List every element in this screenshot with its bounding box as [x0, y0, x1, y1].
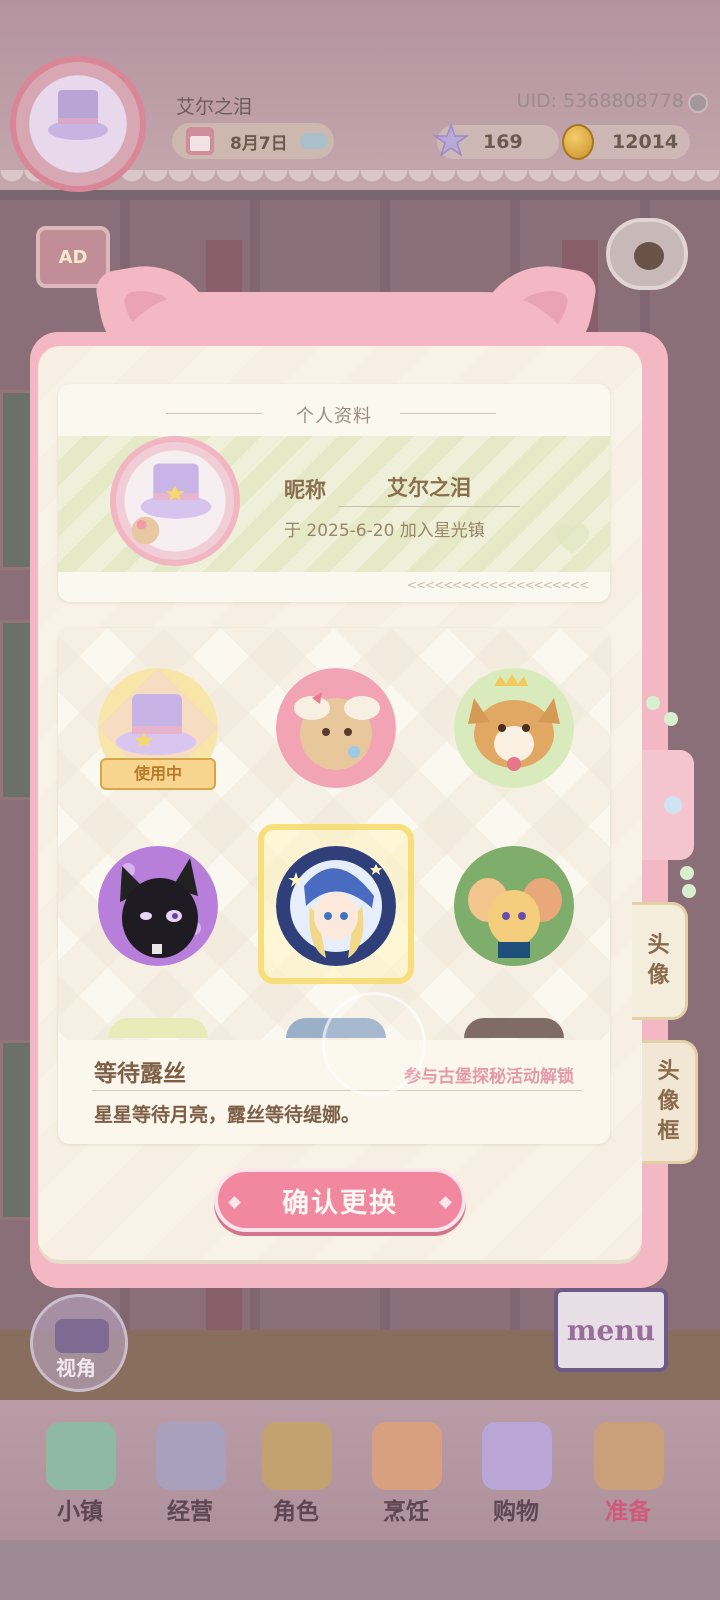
- nav-label: 小镇: [57, 1499, 103, 1525]
- tab-avatar-char: 头: [647, 933, 670, 958]
- nav-item-4[interactable]: 购物: [466, 1418, 566, 1528]
- touch-ripple: [322, 992, 426, 1096]
- nav-label: 准备: [605, 1499, 651, 1525]
- confirm-change-button[interactable]: 确认更换: [214, 1168, 466, 1232]
- rainbow-star-icon: [433, 123, 469, 157]
- section-title: 个人资料: [58, 402, 610, 428]
- tab-avatar[interactable]: 头 像: [632, 902, 688, 1020]
- map-icon: [46, 1422, 116, 1490]
- avatar-title: 等待露丝: [94, 1061, 186, 1087]
- coin-currency[interactable]: 12014: [562, 124, 690, 160]
- avatar-option-peek[interactable]: [464, 1018, 564, 1038]
- avatar-option-deer-girl[interactable]: [276, 668, 396, 788]
- basket-icon: [594, 1422, 664, 1490]
- profile-avatar: [110, 436, 240, 566]
- avatar-option-corgi-king[interactable]: [454, 668, 574, 788]
- avatar-option-group-friends[interactable]: [454, 846, 574, 966]
- nav-label: 经营: [167, 1499, 213, 1525]
- avatar-option-black-cat[interactable]: [98, 846, 218, 966]
- menu-book-button[interactable]: menu: [554, 1288, 668, 1372]
- star-currency[interactable]: 169: [433, 123, 559, 159]
- camera-icon: [55, 1319, 109, 1353]
- nav-label: 角色: [273, 1499, 319, 1525]
- profile-card: 个人资料 昵称 艾尔之泪 于 2025-6-20 加入星光镇 <<<<<<<<<…: [58, 384, 610, 602]
- nav-item-1[interactable]: 经营: [140, 1418, 240, 1528]
- nav-label: 烹饪: [383, 1499, 429, 1525]
- nav-item-2[interactable]: 角色: [246, 1418, 346, 1528]
- shopping-bag-icon: [482, 1422, 552, 1490]
- avatar-description: 星星等待月亮，露丝等待缇娜。: [94, 1104, 361, 1126]
- unlock-hint: 参与古堡探秘活动解锁: [404, 1067, 574, 1087]
- character-icon: [262, 1422, 332, 1490]
- tab-frame-char: 框: [657, 1119, 680, 1144]
- shop-bag-icon: [156, 1422, 226, 1490]
- decor-arrows: <<<<<<<<<<<<<<<<<<<<: [406, 578, 589, 592]
- nav-item-0[interactable]: 小镇: [30, 1418, 130, 1528]
- weather-cloud-icon: [300, 133, 328, 149]
- coin-icon: [562, 124, 594, 160]
- avatar-option-peek[interactable]: [108, 1018, 208, 1038]
- player-avatar[interactable]: [10, 56, 146, 192]
- star-count: 169: [483, 131, 523, 153]
- nickname-label: 昵称: [284, 478, 326, 502]
- view-angle-label: 视角: [56, 1356, 96, 1380]
- nav-item-3[interactable]: 烹饪: [356, 1418, 456, 1528]
- side-tab-decor: [642, 750, 694, 860]
- heart-icon: [554, 523, 590, 554]
- avatar-option-moon-girl[interactable]: [276, 846, 396, 966]
- calendar-icon: [186, 127, 214, 155]
- tab-frame-char: 头: [657, 1059, 680, 1084]
- tab-avatar-char: 像: [647, 963, 670, 988]
- player-name: 艾尔之泪: [176, 96, 253, 118]
- top-hat-icon: [48, 90, 108, 140]
- nav-label: 购物: [493, 1499, 539, 1525]
- date-text: 8月7日: [230, 133, 288, 154]
- copy-uid-icon[interactable]: [688, 93, 708, 113]
- date-badge: 8月7日: [172, 123, 334, 159]
- uid-text: UID: 5368808778: [516, 90, 684, 112]
- tab-frame-char: 像: [657, 1089, 680, 1114]
- coin-count: 12014: [612, 131, 679, 153]
- burger-icon: [372, 1422, 442, 1490]
- cat-chat-icon[interactable]: [606, 218, 688, 290]
- in-use-badge: 使用中: [100, 758, 216, 790]
- nickname-value[interactable]: 艾尔之泪: [338, 472, 520, 507]
- top-hat-icon: [131, 463, 212, 545]
- nav-item-5[interactable]: 准备: [578, 1418, 678, 1528]
- tab-avatar-frame[interactable]: 头 像 框: [642, 1040, 698, 1164]
- join-date-text: 于 2025-6-20 加入星光镇: [284, 521, 485, 541]
